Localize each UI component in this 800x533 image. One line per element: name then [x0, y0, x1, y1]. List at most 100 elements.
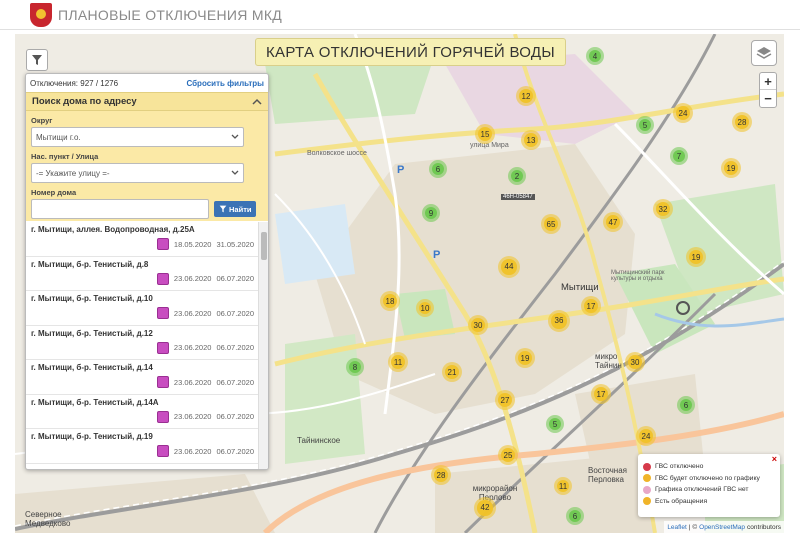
cluster-marker[interactable]: 42	[474, 497, 496, 519]
map-label-severnoe: Северное Медведково	[25, 510, 71, 528]
cluster-marker[interactable]: 12	[516, 86, 536, 106]
cluster-marker[interactable]: 8	[346, 358, 364, 376]
cluster-marker[interactable]: 11	[388, 352, 408, 372]
zoom-out-button[interactable]: −	[760, 90, 776, 107]
leaflet-link[interactable]: Leaflet	[667, 524, 687, 531]
cluster-marker[interactable]: 17	[581, 296, 601, 316]
calendar-icon[interactable]	[156, 410, 169, 423]
cluster-marker[interactable]: 30	[468, 315, 488, 335]
legend-label: ГВС отключено	[655, 463, 704, 471]
result-row[interactable]: г. Мытищи, б-р. Тенистый, д.8 23.06.2020 0…	[26, 257, 258, 291]
map-label-street: улица Мира	[470, 142, 509, 149]
cluster-count: 12	[519, 89, 533, 103]
app-title: ПЛАНОВЫЕ ОТКЛЮЧЕНИЯ МКД	[58, 6, 283, 23]
cluster-marker[interactable]: 44	[498, 256, 520, 278]
result-date-from: 23.06.2020	[173, 377, 212, 387]
calendar-icon[interactable]	[156, 445, 169, 457]
cluster-marker[interactable]: 27	[495, 390, 515, 410]
coat-of-arms-logo	[30, 2, 52, 27]
result-row[interactable]: г. Мытищи, б-р. Тенистый, д.12 23.06.2020…	[26, 326, 258, 360]
cluster-marker[interactable]: 9	[422, 204, 440, 222]
map-label-shosse: Волковское шоссе	[307, 150, 367, 157]
zoom-in-button[interactable]: +	[760, 73, 776, 90]
scrollbar-thumb[interactable]	[261, 232, 267, 260]
calendar-icon[interactable]	[156, 272, 169, 285]
cluster-marker[interactable]: 6	[429, 160, 447, 178]
result-date-to: 06.07.2020	[216, 343, 254, 352]
legend-item: ГВС будет отключено по графику	[643, 473, 775, 485]
legend-color-dot	[643, 485, 651, 494]
cluster-count: 24	[639, 429, 653, 443]
legend-item: Графика отключений ГВС нет	[643, 484, 775, 496]
result-row[interactable]: г. Мытищи, б-р. Тенистый, д.10 23.06.2020…	[26, 291, 258, 326]
result-address: г. Мытищи, б-р. Тенистый, д.14	[31, 363, 153, 372]
cluster-marker[interactable]: 21	[442, 362, 462, 382]
cluster-marker[interactable]: 65	[541, 214, 561, 234]
result-row[interactable]: г. Мытищи, б-р. Тенистый, д.19 23.06.2020…	[26, 429, 258, 464]
cluster-marker[interactable]: 7	[670, 147, 688, 165]
cluster-marker[interactable]: 28	[732, 112, 752, 132]
cluster-marker[interactable]: 2	[508, 167, 526, 185]
cluster-marker[interactable]: 32	[653, 199, 673, 219]
cluster-marker[interactable]: 15	[475, 124, 495, 144]
cluster-marker[interactable]: 10	[416, 299, 434, 317]
district-select[interactable]: Мытищи г.о.	[31, 127, 244, 147]
result-date-to: 31.05.2020	[216, 239, 254, 249]
cluster-marker[interactable]: 19	[515, 348, 535, 368]
calendar-icon[interactable]	[156, 238, 169, 250]
cluster-marker[interactable]: 6	[566, 507, 584, 525]
calendar-icon[interactable]	[156, 307, 169, 319]
legend-close-icon[interactable]: ×	[772, 454, 777, 464]
cluster-marker[interactable]: 17	[591, 384, 611, 404]
find-button[interactable]: Найти	[214, 201, 257, 217]
calendar-icon[interactable]	[156, 341, 169, 354]
street-select[interactable]: -= Укажите улицу =-	[31, 163, 244, 183]
cluster-marker[interactable]: 11	[554, 477, 572, 495]
cluster-marker[interactable]: 4	[586, 47, 604, 65]
cluster-marker[interactable]: 25	[498, 445, 518, 465]
cluster-count: 28	[735, 115, 749, 129]
cluster-marker[interactable]: 5	[546, 415, 564, 433]
map-canvas[interactable]: Мытищи микрорайон Перлово Тайнинское Вос…	[15, 34, 784, 533]
osm-link[interactable]: OpenStreetMap	[699, 524, 745, 531]
address-search-header[interactable]: Поиск дома по адресу	[26, 93, 268, 111]
layers-icon	[756, 47, 772, 59]
filter-toggle-button[interactable]	[26, 49, 48, 71]
cluster-marker[interactable]: 6	[677, 396, 695, 414]
result-date-to: 06.07.2020	[216, 308, 254, 318]
cluster-marker[interactable]: 19	[686, 247, 706, 267]
cluster-count: 19	[724, 161, 738, 175]
cluster-marker[interactable]: 13	[521, 130, 541, 150]
cluster-count: 28	[434, 468, 448, 482]
panel-summary: Отключения: 927 / 1276 Сбросить фильтры	[26, 74, 268, 92]
calendar-icon[interactable]	[156, 376, 169, 388]
cluster-marker[interactable]: 47	[603, 212, 623, 232]
cluster-marker[interactable]: 24	[673, 103, 693, 123]
results-scrollbar[interactable]	[258, 222, 268, 469]
result-row[interactable]: г. Мытищи, аллея. Водопроводная, д.25А 18…	[26, 222, 258, 257]
cluster-marker[interactable]: 24	[636, 426, 656, 446]
cluster-count: 30	[628, 355, 642, 369]
chevron-up-icon[interactable]	[252, 98, 262, 106]
result-date-to: 06.07.2020	[216, 446, 254, 456]
cluster-marker[interactable]: 28	[431, 465, 451, 485]
attribution-separator: | ©	[688, 523, 698, 531]
cluster-marker[interactable]: 18	[380, 291, 400, 311]
reset-filters-link[interactable]: Сбросить фильтры	[186, 79, 264, 88]
cluster-count: 17	[594, 387, 608, 401]
parking-icon: P	[433, 249, 441, 261]
result-row[interactable]: г. Мытищи, б-р. Тенистый, д.14А 23.06.202…	[26, 395, 258, 429]
cluster-marker[interactable]: 5	[636, 116, 654, 134]
cluster-count: 36	[551, 313, 567, 329]
cluster-marker[interactable]: 19	[721, 158, 741, 178]
app-header: ПЛАНОВЫЕ ОТКЛЮЧЕНИЯ МКД	[0, 0, 800, 30]
result-row[interactable]: г. Мытищи, б-р. Тенистый, д.14 23.06.2020…	[26, 360, 258, 395]
cluster-count: 21	[445, 365, 459, 379]
layers-button[interactable]	[751, 40, 777, 66]
district-label: Округ	[31, 116, 53, 125]
house-number-input[interactable]	[31, 199, 209, 219]
cluster-count: 6	[679, 398, 693, 412]
cluster-marker[interactable]: 36	[548, 310, 570, 332]
result-date-from: 23.06.2020	[173, 274, 212, 283]
cluster-marker[interactable]: 30	[625, 352, 645, 372]
